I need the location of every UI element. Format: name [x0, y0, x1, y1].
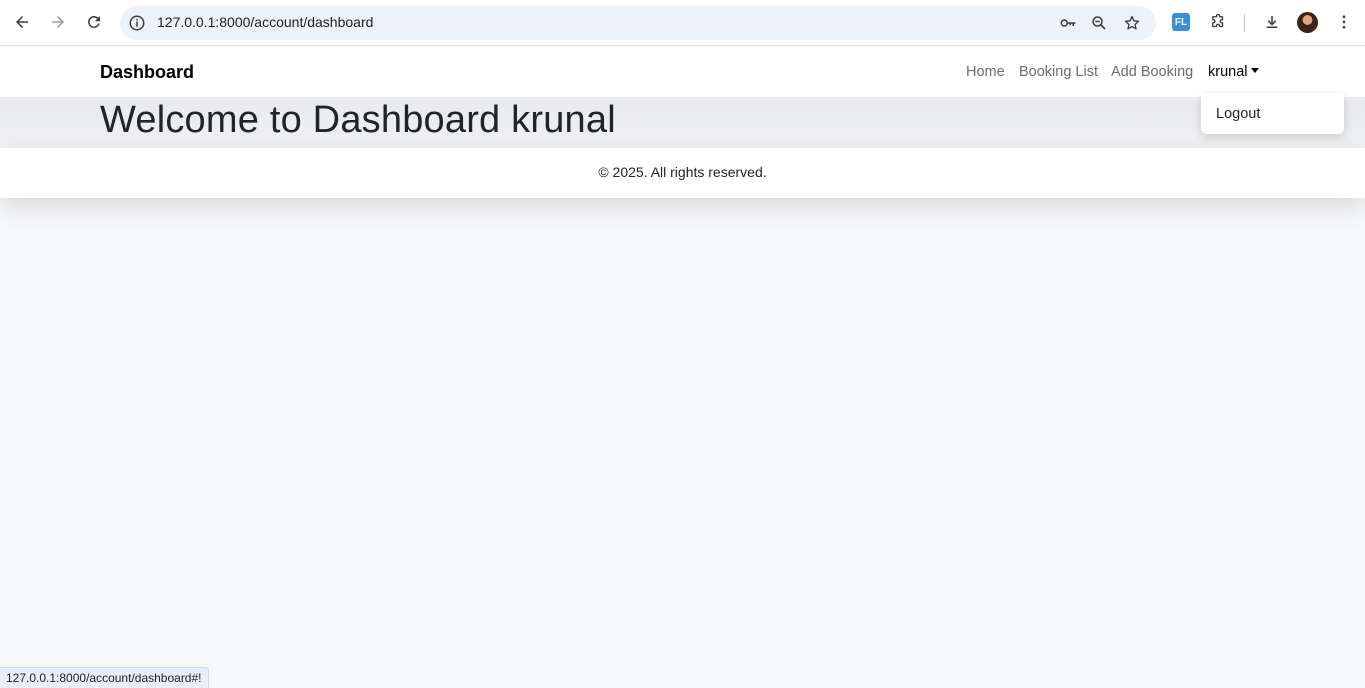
url-text[interactable]: 127.0.0.1:8000/account/dashboard [157, 14, 373, 30]
footer-copyright: © 2025. All rights reserved. [598, 164, 767, 180]
bookmark-star-icon[interactable] [1122, 13, 1142, 33]
download-icon [1266, 16, 1278, 28]
toolbar-divider [1244, 14, 1245, 32]
reload-button[interactable] [80, 8, 108, 36]
back-arrow-icon [16, 16, 28, 28]
zoom-icon[interactable] [1089, 13, 1109, 33]
user-dropdown-menu: Logout [1201, 93, 1344, 134]
profile-avatar[interactable] [1297, 12, 1318, 33]
address-bar[interactable]: 127.0.0.1:8000/account/dashboard [120, 6, 1156, 40]
forward-button[interactable] [44, 8, 72, 36]
app-navbar: Dashboard Home Booking List Add Booking … [0, 47, 1365, 97]
reload-icon [88, 16, 100, 28]
key-icon[interactable] [1058, 13, 1078, 33]
footer: © 2025. All rights reserved. [0, 148, 1365, 198]
puzzle-icon [1212, 13, 1224, 28]
extension-fl-icon[interactable]: FL [1172, 13, 1190, 31]
nav-link-booking-list[interactable]: Booking List [1019, 64, 1098, 80]
logout-menu-item[interactable]: Logout [1216, 106, 1260, 122]
forward-arrow-icon [52, 16, 64, 28]
user-name: krunal [1208, 64, 1248, 80]
caret-down-icon [1250, 68, 1259, 73]
extensions-button[interactable] [1204, 8, 1232, 36]
nav-link-add-booking[interactable]: Add Booking [1111, 64, 1193, 80]
site-info-icon[interactable] [128, 14, 146, 32]
downloads-button[interactable] [1258, 8, 1286, 36]
navbar-brand[interactable]: Dashboard [100, 62, 194, 83]
back-button[interactable] [8, 8, 36, 36]
status-bar-url: 127.0.0.1:8000/account/dashboard#! [0, 667, 209, 688]
vertical-dots-icon [1342, 15, 1346, 29]
browser-toolbar: 127.0.0.1:8000/account/dashboard FL [0, 0, 1365, 46]
nav-link-home[interactable]: Home [966, 64, 1005, 80]
page-title: Welcome to Dashboard krunal [100, 99, 616, 141]
browser-menu-button[interactable] [1330, 8, 1358, 36]
user-dropdown-toggle[interactable]: krunal [1208, 64, 1259, 80]
